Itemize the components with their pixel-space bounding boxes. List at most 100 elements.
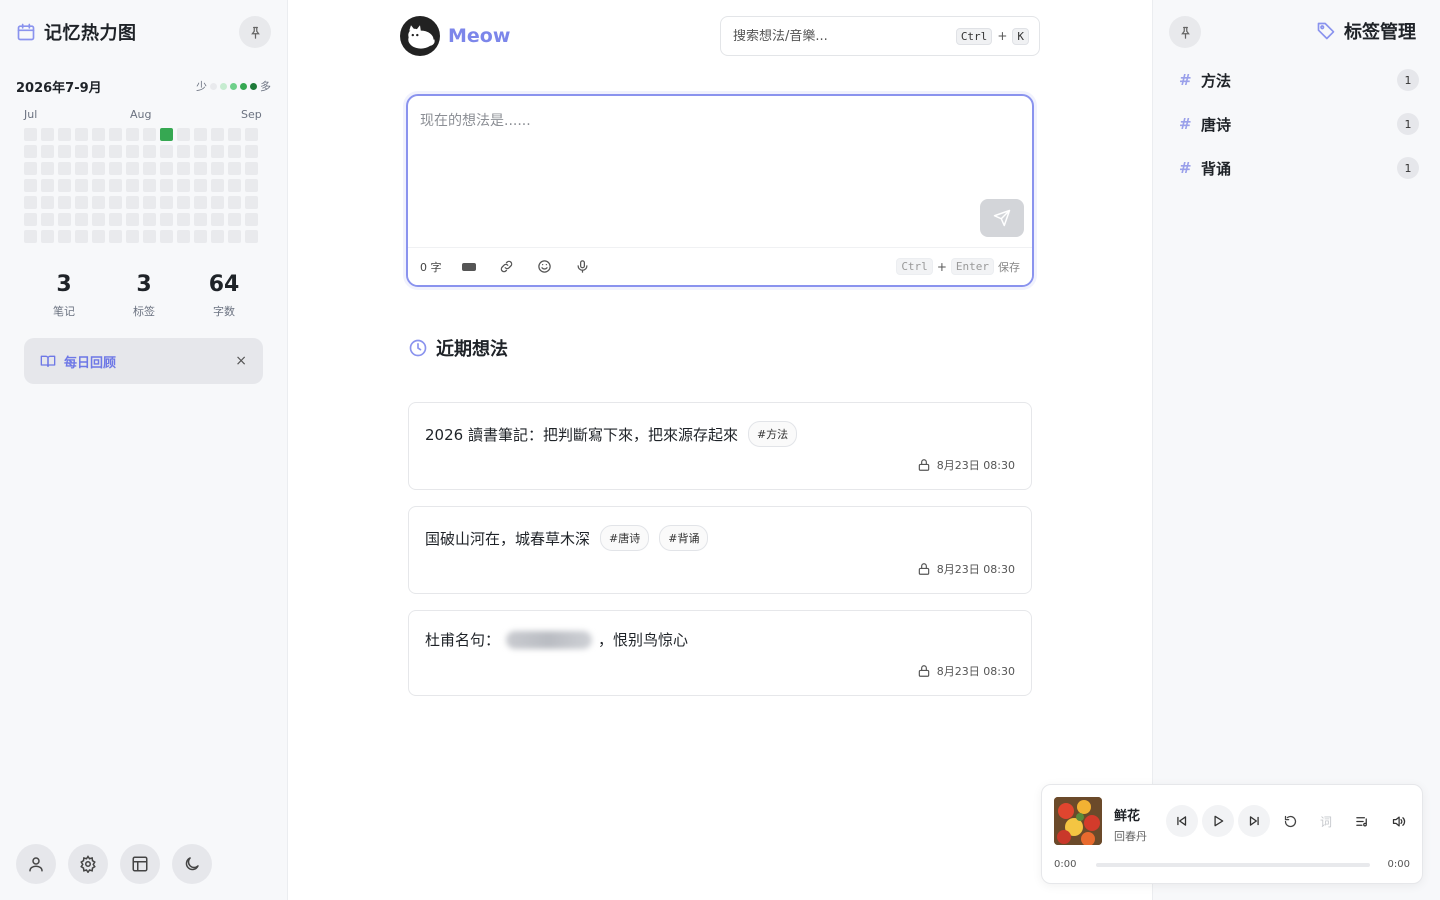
heatmap-cell[interactable] — [211, 179, 224, 192]
heatmap-cell[interactable] — [41, 196, 54, 209]
heatmap-cell[interactable] — [126, 162, 139, 175]
heatmap-cell[interactable] — [211, 128, 224, 141]
heatmap-cell[interactable] — [245, 230, 258, 243]
heatmap-cell[interactable] — [58, 179, 71, 192]
heatmap-cell[interactable] — [245, 162, 258, 175]
blurred-text[interactable] — [506, 630, 593, 649]
lyrics-button[interactable]: 词 — [1310, 813, 1342, 830]
heatmap-cell[interactable] — [109, 213, 122, 226]
heatmap-cell[interactable] — [211, 196, 224, 209]
heatmap-cell[interactable] — [143, 213, 156, 226]
emoji-button[interactable] — [532, 254, 558, 280]
heatmap-cell[interactable] — [211, 230, 224, 243]
album-cover[interactable] — [1054, 797, 1102, 845]
heatmap-cell[interactable] — [160, 179, 173, 192]
heatmap-cell[interactable] — [109, 196, 122, 209]
heatmap-cell[interactable] — [24, 213, 37, 226]
heatmap-cell[interactable] — [177, 179, 190, 192]
heatmap-cell[interactable] — [58, 196, 71, 209]
heatmap-cell[interactable] — [109, 230, 122, 243]
brand[interactable]: Meow — [400, 16, 510, 56]
heatmap-cell[interactable] — [228, 145, 241, 158]
search-box[interactable]: Ctrl + K — [720, 16, 1040, 56]
heatmap-cell[interactable] — [58, 128, 71, 141]
pin-left-button[interactable] — [239, 16, 271, 48]
heatmap-cell[interactable] — [41, 145, 54, 158]
heatmap-cell[interactable] — [75, 213, 88, 226]
heatmap-cell[interactable] — [194, 179, 207, 192]
note-tag[interactable]: #背诵 — [659, 525, 709, 551]
heatmap-cell[interactable] — [58, 230, 71, 243]
heatmap-cell[interactable] — [109, 145, 122, 158]
heatmap-cell[interactable] — [143, 230, 156, 243]
heatmap-cell[interactable] — [143, 145, 156, 158]
note-card[interactable]: 杜甫名句： ，恨别鸟惊心 8月23日 08:30 — [408, 610, 1032, 696]
repeat-button[interactable] — [1274, 805, 1306, 837]
heatmap-cell[interactable] — [160, 230, 173, 243]
tag-item[interactable]: # 唐诗 1 — [1179, 110, 1419, 138]
heatmap-cell[interactable] — [109, 128, 122, 141]
heatmap-cell[interactable] — [245, 128, 258, 141]
daily-review-button[interactable]: 每日回顾 × — [24, 338, 263, 384]
heatmap-cell[interactable] — [245, 213, 258, 226]
heatmap-cell[interactable] — [75, 145, 88, 158]
heatmap-cell[interactable] — [92, 128, 105, 141]
heatmap-cell[interactable] — [177, 196, 190, 209]
heatmap-cell[interactable] — [41, 179, 54, 192]
heatmap-cell[interactable] — [177, 128, 190, 141]
theme-toggle-button[interactable] — [172, 844, 212, 884]
tag-item[interactable]: # 方法 1 — [1179, 66, 1419, 94]
heatmap-cell[interactable] — [160, 196, 173, 209]
heatmap-cell[interactable] — [41, 230, 54, 243]
note-card[interactable]: 国破山河在，城春草木深 #唐诗 #背诵 8月23日 08:30 — [408, 506, 1032, 594]
heatmap-cell[interactable] — [211, 162, 224, 175]
heatmap-cell[interactable] — [194, 196, 207, 209]
heatmap-cell[interactable] — [41, 128, 54, 141]
heatmap-cell[interactable] — [177, 230, 190, 243]
settings-button[interactable] — [68, 844, 108, 884]
heatmap-cell[interactable] — [75, 179, 88, 192]
note-tag[interactable]: #方法 — [747, 421, 798, 447]
search-input[interactable] — [733, 28, 956, 44]
tag-item[interactable]: # 背诵 1 — [1179, 154, 1419, 182]
heatmap-cell[interactable] — [228, 128, 241, 141]
heatmap-cell[interactable] — [228, 179, 241, 192]
heatmap-cell[interactable] — [143, 162, 156, 175]
heatmap-cell[interactable] — [75, 230, 88, 243]
heatmap-cell[interactable] — [143, 196, 156, 209]
heatmap-cell[interactable] — [75, 128, 88, 141]
heatmap-cell[interactable] — [24, 196, 37, 209]
heatmap-cell[interactable] — [109, 179, 122, 192]
next-button[interactable] — [1238, 805, 1270, 837]
note-card[interactable]: 2026 讀書筆記：把判斷寫下來，把來源存起來 #方法 8月23日 08:30 — [408, 402, 1032, 490]
heatmap-cell[interactable] — [92, 230, 105, 243]
heatmap-cell[interactable] — [194, 162, 207, 175]
heatmap-cell[interactable] — [177, 162, 190, 175]
heatmap-cell[interactable] — [126, 179, 139, 192]
heatmap-cell[interactable] — [75, 162, 88, 175]
heatmap-cell[interactable] — [177, 213, 190, 226]
heatmap-cell[interactable] — [228, 213, 241, 226]
link-button[interactable] — [494, 254, 520, 280]
heatmap-cell[interactable] — [58, 162, 71, 175]
heatmap-cell[interactable] — [109, 162, 122, 175]
pin-right-button[interactable] — [1169, 16, 1201, 48]
keyboard-button[interactable] — [456, 254, 482, 280]
heatmap-cell[interactable] — [92, 196, 105, 209]
heatmap-cell[interactable] — [228, 196, 241, 209]
heatmap-cell[interactable] — [92, 213, 105, 226]
heatmap-cell[interactable] — [194, 230, 207, 243]
heatmap-cell[interactable] — [245, 179, 258, 192]
note-textarea[interactable] — [420, 110, 1020, 230]
heatmap-cell[interactable] — [228, 162, 241, 175]
heatmap-cell[interactable] — [194, 213, 207, 226]
heatmap-cell[interactable] — [143, 128, 156, 141]
heatmap-cell[interactable] — [126, 230, 139, 243]
heatmap-cell[interactable] — [92, 145, 105, 158]
heatmap-cell[interactable] — [245, 196, 258, 209]
heatmap-cell[interactable] — [126, 128, 139, 141]
profile-button[interactable] — [16, 844, 56, 884]
heatmap-cell[interactable] — [211, 213, 224, 226]
heatmap-cell[interactable] — [58, 145, 71, 158]
play-button[interactable] — [1202, 805, 1234, 837]
